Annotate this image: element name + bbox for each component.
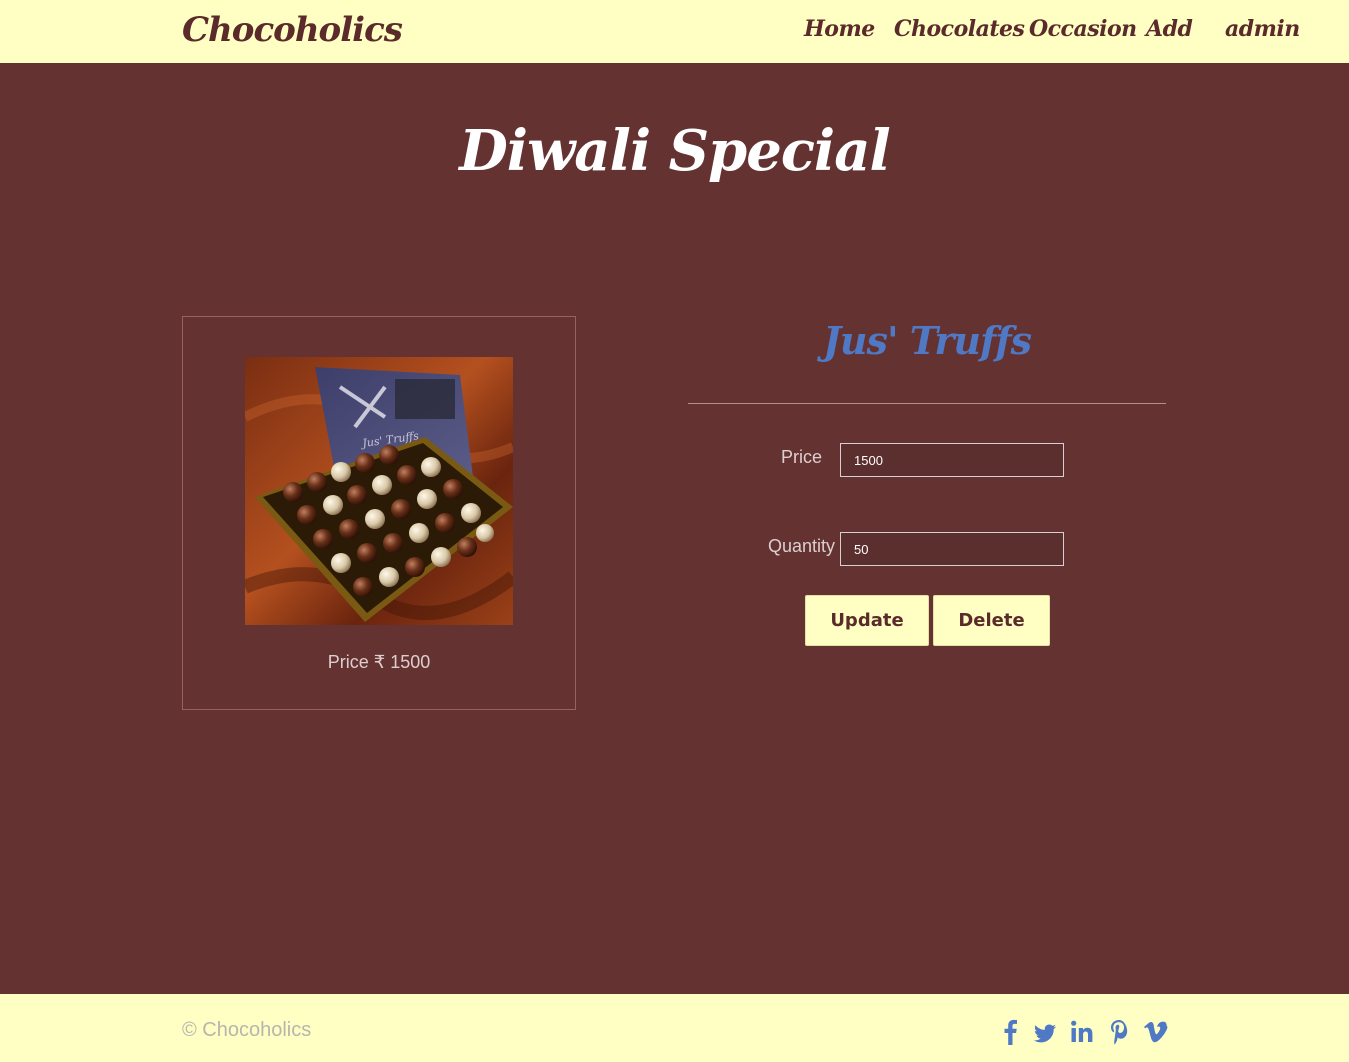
- nav-link-home[interactable]: Home: [804, 16, 875, 42]
- card-price: Price ₹ 1500: [327, 652, 431, 672]
- product-image: Jus' Truffs: [245, 357, 513, 625]
- product-card: Jus' Truffs Price ₹ 1500: [182, 316, 576, 710]
- footer: © Chocoholics: [0, 994, 1349, 1062]
- price-input[interactable]: [840, 443, 1064, 477]
- linkedin-icon[interactable]: [1070, 1018, 1094, 1046]
- nav-link-chocolates[interactable]: Chocolates: [894, 16, 1025, 42]
- vimeo-icon[interactable]: [1143, 1018, 1169, 1046]
- twitter-icon[interactable]: [1033, 1018, 1057, 1046]
- navbar: Chocoholics Home Chocolates Occasion Add…: [0, 0, 1349, 63]
- nav-links: Home Chocolates Occasion Add admin: [0, 16, 1349, 50]
- page-title: Diwali Special: [459, 118, 891, 184]
- price-label: Price: [781, 447, 823, 467]
- divider: [688, 403, 1166, 404]
- nav-link-occasion[interactable]: Occasion: [1029, 16, 1137, 42]
- copyright-text: © Chocoholics: [182, 1019, 312, 1041]
- quantity-label: Quantity: [768, 536, 836, 556]
- quantity-input[interactable]: [840, 532, 1064, 566]
- facebook-icon[interactable]: [1002, 1018, 1018, 1046]
- update-button[interactable]: Update: [805, 595, 929, 646]
- product-name: Jus' Truffs: [822, 318, 1032, 363]
- delete-button[interactable]: Delete: [933, 595, 1050, 646]
- nav-link-add[interactable]: Add: [1146, 16, 1193, 42]
- pinterest-icon[interactable]: [1109, 1018, 1129, 1046]
- nav-link-admin[interactable]: admin: [1225, 16, 1300, 42]
